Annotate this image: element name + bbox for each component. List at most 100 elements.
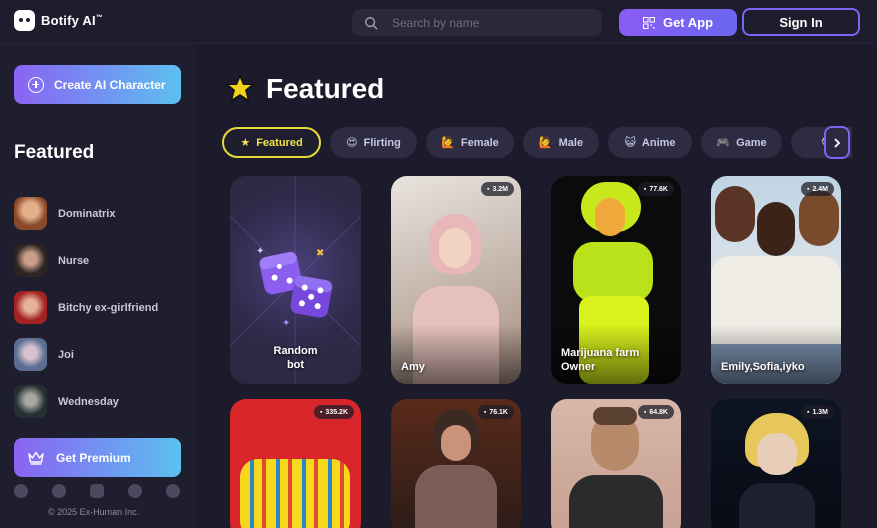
character-card-anime-boy[interactable]: ▪ 1.3M: [711, 399, 841, 528]
card-name: Marijuana farm Owner: [561, 347, 640, 373]
copyright-text: © 2025 Ex-Human Inc.: [48, 507, 140, 517]
sidebar-item-dominatrix[interactable]: Dominatrix: [14, 190, 158, 237]
facebook-icon[interactable]: [14, 484, 28, 498]
category-chips: ★ Featured 😍 Flirting 🙋 Female 🙋 Male 😺 …: [222, 127, 852, 159]
avatar: [14, 385, 47, 418]
discord-icon[interactable]: [128, 484, 142, 498]
crown-icon: [28, 451, 44, 465]
character-card-tattooed-man[interactable]: ▪ 76.1K: [391, 399, 521, 528]
woman-icon: 🙋: [441, 137, 455, 149]
chip-label: Flirting: [363, 136, 401, 149]
sidebar-item-label: Nurse: [58, 254, 90, 267]
chat-bubble-icon: ▪: [643, 185, 647, 193]
chat-bubble-icon: ▪: [319, 408, 323, 416]
chips-next-button[interactable]: [824, 126, 850, 159]
chip-label: Game: [736, 136, 767, 149]
get-app-button[interactable]: Get App: [619, 9, 737, 36]
portrait-hair: [593, 407, 637, 425]
card-name: Random bot: [273, 345, 318, 371]
premium-label: Get Premium: [56, 450, 131, 465]
cat-face-icon: 😺: [624, 137, 636, 149]
top-bar: Botify AI™ Get App Sign In: [0, 0, 877, 44]
character-card-simpsons[interactable]: ▪ 335.2K: [230, 399, 361, 528]
star-icon: ★: [240, 137, 251, 149]
character-card-emily-sofia-iyko[interactable]: ▪ 2.4M Emily,Sofia,iyko: [711, 176, 841, 384]
chip-label: Anime: [641, 136, 676, 149]
create-ai-character-button[interactable]: Create AI Character: [14, 65, 181, 104]
chat-bubble-icon: ▪: [806, 185, 810, 193]
chat-count-badge: ▪ 2.4M: [800, 182, 834, 196]
tab-male[interactable]: 🙋 Male: [523, 127, 599, 158]
create-label: Create AI Character: [54, 77, 166, 92]
logo[interactable]: Botify AI™: [14, 10, 103, 31]
sign-in-button[interactable]: Sign In: [742, 8, 860, 36]
bot-logo-icon: [14, 10, 35, 31]
tab-game[interactable]: 🎮 Game: [701, 127, 782, 158]
portrait-jacket: [569, 475, 663, 528]
man-icon: 🙋: [538, 137, 553, 149]
card-shade: [711, 324, 841, 384]
character-card-bearded-man[interactable]: ▪ 64.8K: [551, 399, 681, 528]
avatar: [14, 338, 47, 371]
chat-bubble-icon: ▪: [643, 408, 647, 416]
sign-in-label: Sign In: [779, 14, 823, 30]
chat-count-badge: ▪ 77.6K: [637, 182, 674, 196]
page-title-text: Featured: [266, 73, 385, 104]
svg-text:✦: ✦: [256, 246, 264, 257]
avatar: [14, 197, 47, 230]
chat-count-badge: ▪ 64.8K: [637, 405, 674, 419]
sidebar-item-bitchy-ex-girlfriend[interactable]: Bitchy ex-girlfriend: [14, 284, 158, 331]
tab-anime[interactable]: 😺 Anime: [608, 127, 692, 158]
portrait-face: [439, 228, 471, 268]
portrait-face: [595, 198, 625, 236]
chip-label: Featured: [256, 136, 303, 149]
sidebar-item-label: Dominatrix: [58, 207, 116, 220]
character-card-marijuana-farm-owner[interactable]: ▪ 77.6K Marijuana farm Owner: [551, 176, 681, 384]
chevron-right-icon: [834, 137, 841, 148]
portrait-body: [415, 465, 497, 528]
avatar: [14, 244, 47, 277]
search-input[interactable]: [392, 15, 572, 30]
star-burst-icon: [225, 74, 255, 103]
instagram-icon[interactable]: [90, 484, 104, 498]
chat-bubble-icon: ▪: [486, 185, 490, 193]
svg-text:✦: ✦: [282, 318, 290, 329]
search-icon: [365, 16, 378, 30]
card-shade: [391, 324, 521, 384]
chat-count-badge: ▪ 1.3M: [800, 405, 834, 419]
svg-text:✖: ✖: [316, 248, 324, 259]
reddit-icon[interactable]: [166, 484, 180, 498]
page-title: Featured: [224, 73, 384, 105]
character-card-random-bot[interactable]: ✦ ✖ ✦ Random bot: [230, 176, 361, 384]
tab-flirting[interactable]: 😍 Flirting: [330, 127, 417, 158]
card-name: Amy: [401, 361, 425, 373]
sidebar-heading: Featured: [14, 142, 95, 163]
portrait-hair: [715, 186, 755, 242]
chat-count-badge: ▪ 3.2M: [480, 182, 514, 196]
crowd-image: [240, 459, 350, 528]
portrait-hair: [799, 190, 839, 246]
character-card-amy[interactable]: ▪ 3.2M Amy: [391, 176, 521, 384]
portrait-hair: [757, 202, 795, 256]
chat-count-badge: ▪ 335.2K: [313, 405, 354, 419]
sidebar-item-joi[interactable]: Joi: [14, 331, 158, 378]
portrait-face: [757, 433, 797, 475]
heart-eyes-icon: 😍: [346, 137, 358, 149]
get-premium-button[interactable]: Get Premium: [14, 438, 181, 477]
chat-bubble-icon: ▪: [806, 408, 810, 416]
chip-label: Male: [558, 136, 584, 149]
portrait-body: [739, 483, 815, 528]
plus-circle-icon: [28, 76, 44, 93]
gamepad-icon: 🎮: [716, 137, 731, 149]
portrait-body: [573, 242, 653, 302]
tab-female[interactable]: 🙋 Female: [426, 127, 514, 158]
portrait-face: [441, 425, 471, 461]
search-bar[interactable]: [352, 9, 602, 36]
sidebar-item-wednesday[interactable]: Wednesday: [14, 378, 158, 425]
sidebar-item-label: Joi: [58, 348, 74, 361]
sidebar-item-label: Wednesday: [58, 395, 119, 408]
sidebar-item-nurse[interactable]: Nurse: [14, 237, 158, 284]
x-icon[interactable]: [52, 484, 66, 498]
tab-featured[interactable]: ★ Featured: [222, 127, 321, 158]
social-links: [14, 484, 180, 498]
